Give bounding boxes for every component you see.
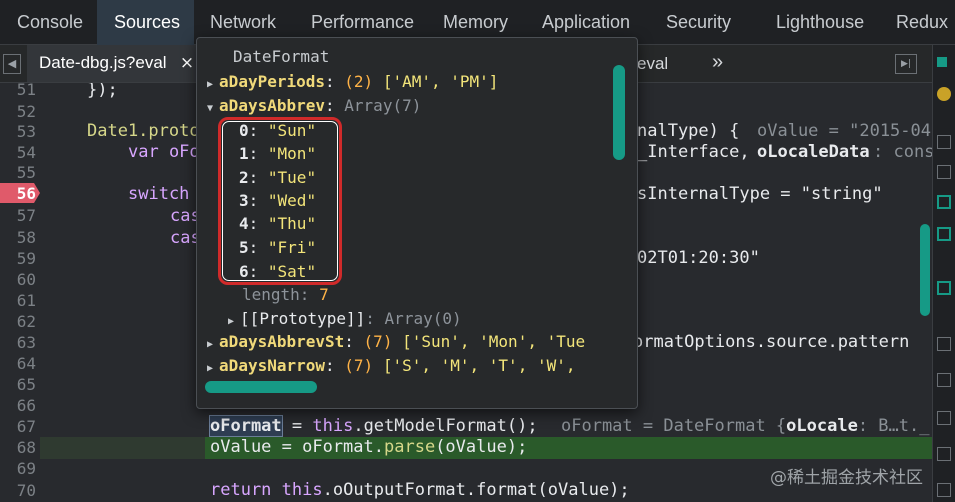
code-line: _Interface, [637,142,750,162]
line-number[interactable]: 66 [0,396,36,415]
line-number[interactable]: 54 [0,143,36,162]
tree-row[interactable]: ▶ aDaysNarrow: (7) ['S', 'M', 'T', 'W', [207,356,575,375]
highlight-annotation-inner [222,121,338,281]
code-line: return this.oOutputFormat.format(oValue)… [210,480,630,500]
line-number[interactable]: 58 [0,228,36,247]
tab-redux[interactable]: Redux [896,0,948,45]
inline-value: : cons [873,142,932,162]
panel-indicator [937,57,947,67]
selected-token[interactable]: oFormat [209,415,283,437]
inline-value: oLocaleData [757,142,870,162]
prototype-row[interactable]: ▶ [[Prototype]]: Array(0) [228,309,462,328]
line-number[interactable]: 61 [0,291,36,310]
inline-value: oFormat = DateFormat {oLocale: B…t._ [561,416,930,436]
line-number[interactable]: 59 [0,249,36,268]
code-line: Date1.proto [87,121,200,141]
checkbox[interactable] [937,195,951,209]
line-number[interactable]: 60 [0,270,36,289]
code-line: var oFo [128,142,200,162]
line-number[interactable]: 64 [0,354,36,373]
line-number[interactable]: 51 [0,83,36,99]
chevron-down-icon: ▼ [207,103,220,114]
chevron-down-icon[interactable] [937,165,951,179]
popover-vertical-scrollbar[interactable] [613,65,625,160]
panel-scrollbar[interactable] [920,224,930,316]
line-number[interactable]: 57 [0,206,36,225]
expand-icon[interactable] [937,483,951,497]
line-number[interactable]: 63 [0,333,36,352]
line-gutter[interactable]: 51 52 53 54 55 56 57 58 59 60 61 62 63 6… [0,83,46,502]
checkbox[interactable] [937,281,951,295]
file-tab-label: Date-dbg.js?eval [39,53,167,72]
file-tab[interactable]: Date-dbg.js?eval × [27,45,202,82]
expand-icon[interactable] [937,447,951,461]
checkbox[interactable] [937,227,951,241]
code-line: ormatOptions.source.pattern [633,332,910,352]
tab-security[interactable]: Security [666,0,731,45]
code-line: 02T01:20:30" [637,248,760,268]
code-line: oFormat = this.getModelFormat(); [209,415,538,437]
expand-icon: ▶ [207,339,220,350]
inline-value: oValue = "2015-04 [757,121,931,141]
tab-lighthouse[interactable]: Lighthouse [776,0,864,45]
line-number[interactable]: 65 [0,375,36,394]
code-line: }); [87,83,118,100]
line-number[interactable]: 53 [0,122,36,141]
line-number-breakpoint[interactable]: 56 [0,184,36,203]
info-icon [937,87,951,101]
code-line: oValue = oFormat.parse(oValue); [210,437,528,457]
code-line: nalType) { [637,121,740,141]
line-number[interactable]: 62 [0,312,36,331]
array-length: length: 7 [242,285,329,304]
file-tab-2-label[interactable]: eval [637,54,668,74]
debugger-toggle-icon[interactable]: ▶| [895,54,917,74]
line-number[interactable]: 69 [0,459,36,478]
debugger-sidebar [932,45,955,502]
line-number[interactable]: 68 [0,438,36,457]
line-number[interactable]: 67 [0,417,36,436]
watermark: @稀土掘金技术社区 [770,468,923,488]
code-line: sInternalType = "string" [637,184,883,204]
expand-icon: ▶ [228,316,241,327]
expand-icon[interactable] [937,411,951,425]
tab-console[interactable]: Console [0,0,97,45]
line-number[interactable]: 52 [0,102,36,121]
expand-icon: ▶ [207,79,220,90]
popover-title: DateFormat [233,47,330,66]
chevron-down-icon[interactable] [937,337,951,351]
expand-icon[interactable] [937,373,951,387]
navigator-toggle-icon[interactable]: ◀ [3,54,21,74]
tree-row[interactable]: ▶ aDayPeriods: (2) ['AM', 'PM'] [207,72,498,91]
expand-icon[interactable] [937,135,951,149]
more-tabs-icon[interactable]: » [712,51,723,74]
line-number[interactable]: 70 [0,481,36,500]
code-line: switch [128,184,190,204]
tab-sources[interactable]: Sources [97,0,194,45]
tree-row-expanded[interactable]: ▼ aDaysAbbrev: Array(7) [207,96,421,115]
popover-horizontal-scrollbar[interactable] [205,381,317,393]
expand-icon: ▶ [207,363,220,374]
tree-row[interactable]: ▶ aDaysAbbrevSt: (7) ['Sun', 'Mon', 'Tue [207,332,585,351]
line-number[interactable]: 55 [0,163,36,182]
